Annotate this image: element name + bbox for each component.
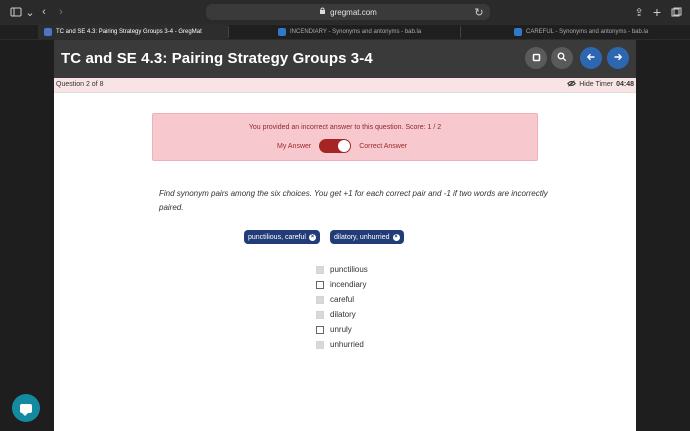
choice-label: careful (330, 295, 355, 304)
toggle-knob (338, 140, 351, 152)
chevron-left-icon[interactable]: ‹ (39, 4, 49, 20)
checkbox-disabled-icon (316, 295, 324, 304)
question-status-bar: Question 2 of 8 Hide Timer 04:48 (54, 78, 636, 93)
tab-label: INCENDIARY - Synonyms and antonyms - bab… (290, 29, 422, 35)
url-text: gregmat.com (330, 7, 377, 17)
tab-careful[interactable]: CAREFUL - Synonyms and antonyms - bab.la (508, 25, 690, 39)
choice-label: unruly (330, 325, 352, 334)
tabs-icon[interactable] (670, 4, 682, 20)
quiz-window: TC and SE 4.3: Pairing Strategy Groups 3… (54, 40, 636, 431)
answer-choices: punctilious incendiary careful dilatory … (316, 262, 436, 352)
choice-label: incendiary (330, 280, 367, 289)
choice-item[interactable]: dilatory (316, 307, 436, 322)
chat-button[interactable] (12, 394, 40, 422)
pair-label: dilatory, unhurried (333, 233, 390, 241)
next-question-button[interactable] (607, 47, 629, 69)
sidebar-icon[interactable] (8, 4, 24, 20)
choice-label: punctilious (330, 265, 368, 274)
search-icon (557, 49, 567, 67)
bab-la-tab-icon (278, 28, 286, 36)
result-alert: You provided an incorrect answer to this… (152, 113, 538, 161)
choice-item[interactable]: unhurried (316, 337, 436, 352)
choice-item[interactable]: punctilious (316, 262, 436, 277)
previous-question-button[interactable] (580, 47, 602, 69)
gregmat-tab-icon (44, 28, 52, 36)
eye-slash-icon (567, 80, 577, 89)
timer-value: 04:48 (616, 81, 634, 88)
tab-divider (460, 26, 461, 38)
plus-icon[interactable]: + (652, 4, 662, 20)
stop-icon (532, 49, 541, 67)
bab-la-tab-icon (514, 28, 522, 36)
checkbox-disabled-icon (316, 265, 324, 274)
close-icon[interactable]: × (308, 233, 316, 241)
selected-pairs: punctilious, careful × dilatory, unhurri… (244, 230, 404, 244)
arrow-left-icon (586, 49, 596, 67)
selected-pair-chip[interactable]: punctilious, careful × (244, 230, 320, 244)
reload-icon[interactable]: ↻ (474, 4, 484, 20)
selected-pair-chip[interactable]: dilatory, unhurried × (329, 230, 404, 244)
tab-divider (228, 26, 229, 38)
page-title: TC and SE 4.3: Pairing Strategy Groups 3… (61, 50, 373, 67)
question-count: Question 2 of 8 (56, 81, 104, 88)
chevron-down-icon[interactable]: ⌄ (25, 4, 34, 20)
choice-item[interactable]: unruly (316, 322, 436, 337)
choice-item[interactable]: incendiary (316, 277, 436, 292)
checkbox-icon[interactable] (316, 280, 324, 289)
tab-incendiary[interactable]: INCENDIARY - Synonyms and antonyms - bab… (272, 25, 460, 39)
answer-view-toggle: My Answer Correct Answer (277, 138, 407, 154)
address-bar[interactable]: gregmat.com (206, 4, 490, 20)
close-icon[interactable]: × (392, 233, 400, 241)
correct-answer-label: Correct Answer (359, 142, 408, 150)
tab-label: CAREFUL - Synonyms and antonyms - bab.la (526, 29, 649, 35)
pair-label: punctilious, careful (248, 233, 306, 241)
choice-label: unhurried (330, 340, 364, 349)
quiz-header: TC and SE 4.3: Pairing Strategy Groups 3… (54, 40, 636, 78)
checkbox-disabled-icon (316, 340, 324, 349)
question-instruction: Find synonym pairs among the six choices… (159, 189, 548, 212)
choice-label: dilatory (330, 310, 356, 319)
answer-toggle[interactable] (319, 139, 352, 153)
tab-strip: TC and SE 4.3: Pairing Strategy Groups 3… (0, 24, 690, 40)
timer-label: Hide Timer (579, 81, 614, 88)
chevron-right-icon[interactable]: › (56, 4, 66, 20)
lock-icon (319, 7, 326, 17)
result-message: You provided an incorrect answer to this… (248, 124, 442, 131)
choice-item[interactable]: careful (316, 292, 436, 307)
checkbox-disabled-icon (316, 310, 324, 319)
hide-timer-button[interactable]: Hide Timer 04:48 (567, 80, 634, 89)
stop-button[interactable] (525, 47, 547, 69)
search-button[interactable] (551, 47, 573, 69)
arrow-right-icon (613, 49, 623, 67)
browser-toolbar: ⌄ ‹ › gregmat.com ↻ ⇪ + (0, 0, 690, 24)
share-icon[interactable]: ⇪ (634, 4, 644, 20)
chat-icon (20, 403, 32, 416)
tab-label: TC and SE 4.3: Pairing Strategy Groups 3… (56, 29, 202, 35)
tab-gregmat[interactable]: TC and SE 4.3: Pairing Strategy Groups 3… (38, 25, 228, 39)
my-answer-label: My Answer (277, 142, 312, 150)
checkbox-icon[interactable] (316, 325, 324, 334)
